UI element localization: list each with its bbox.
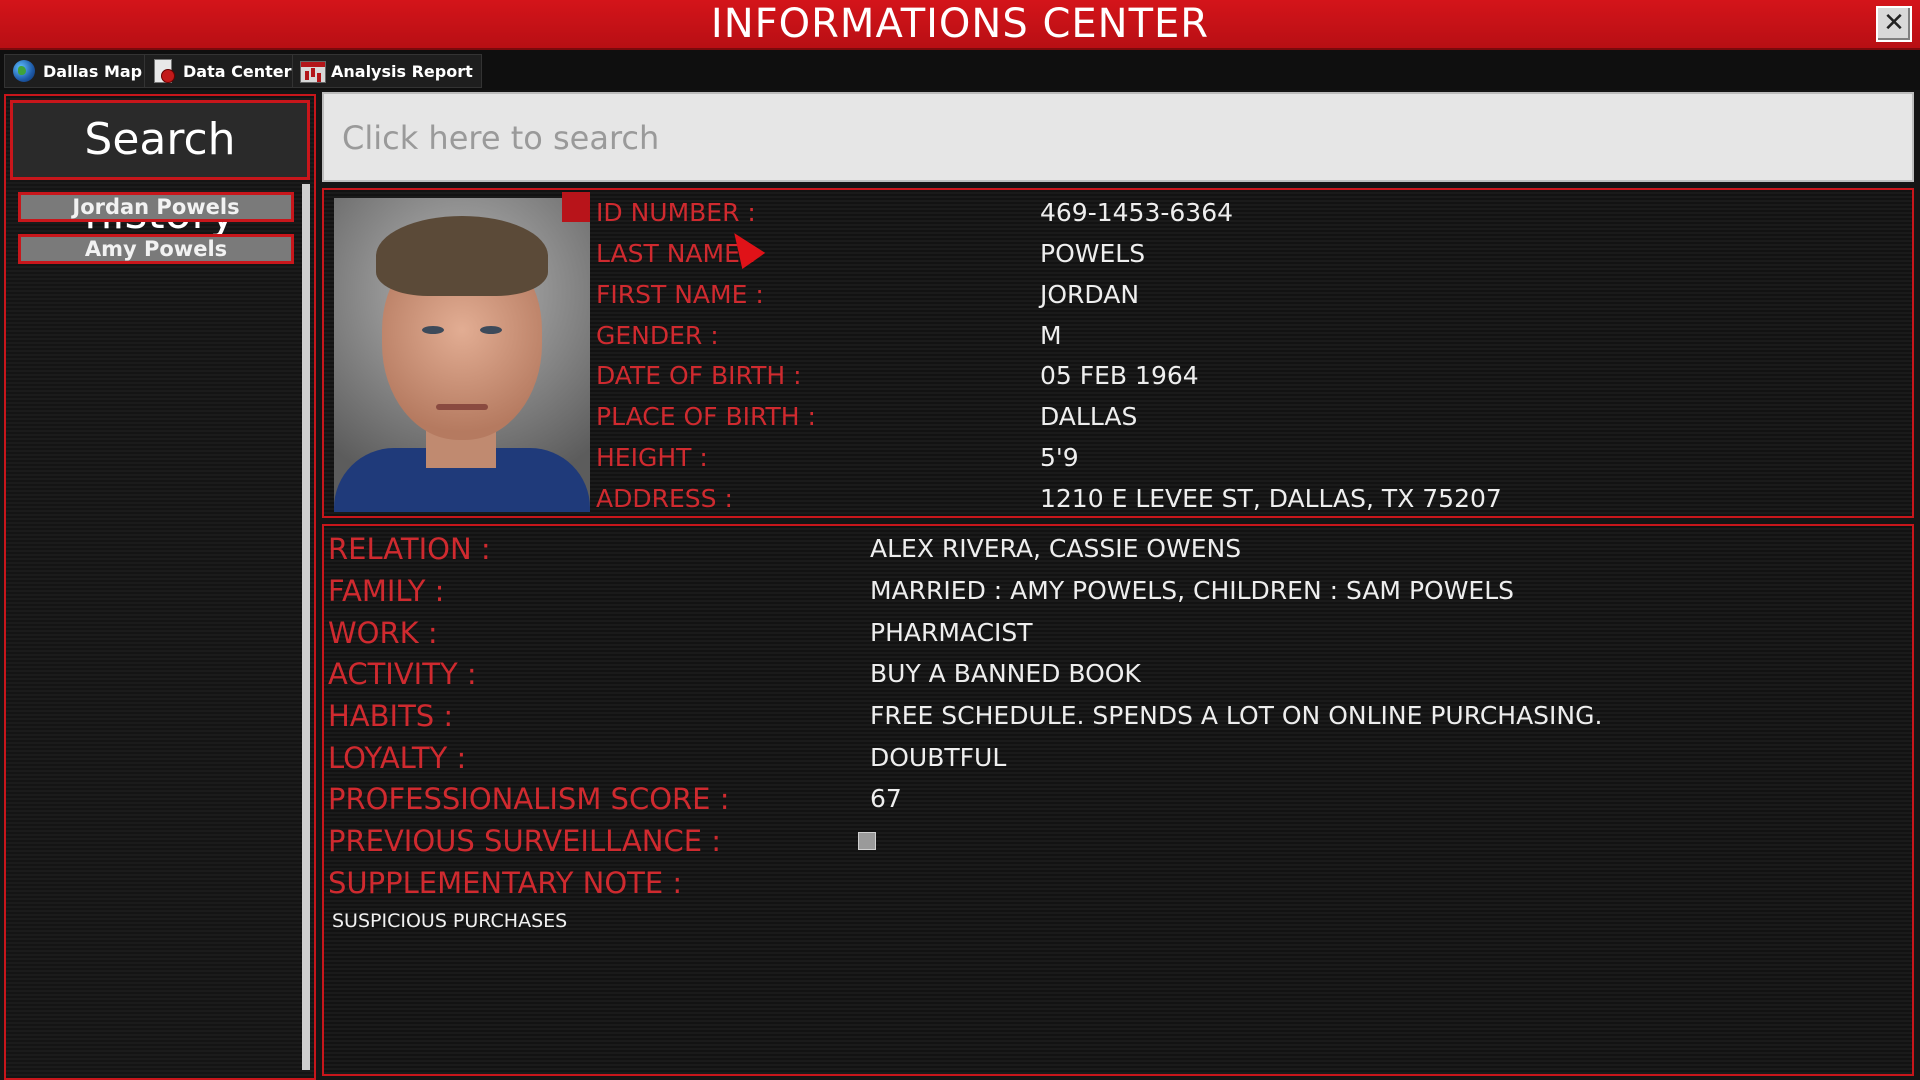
details-panel: RELATION : ALEX RIVERA, CASSIE OWENS FAM… xyxy=(322,524,1914,1076)
history-item-jordan-powels[interactable]: Jordan Powels xyxy=(18,192,294,222)
id-number-label: ID NUMBER : xyxy=(596,198,756,227)
id-number-value: 469-1453-6364 xyxy=(1040,198,1234,227)
height-value: 5'9 xyxy=(1040,443,1079,472)
loyalty-value: DOUBTFUL xyxy=(870,743,1007,772)
report-chart-icon xyxy=(299,59,326,83)
search-input[interactable] xyxy=(340,94,1904,182)
previous-surveillance-label: PREVIOUS SURVEILLANCE : xyxy=(328,824,722,858)
date-of-birth-value: 05 FEB 1964 xyxy=(1040,361,1199,390)
family-label: FAMILY : xyxy=(328,574,445,608)
date-of-birth-label: DATE OF BIRTH : xyxy=(596,361,802,390)
red-marker xyxy=(562,192,590,222)
supplementary-note-label: SUPPLEMENTARY NOTE : xyxy=(328,866,683,900)
profile-panel: ID NUMBER : 469-1453-6364 LAST NAME : PO… xyxy=(322,188,1914,518)
analysis-report-label: Analysis Report xyxy=(331,61,473,81)
work-label: WORK : xyxy=(328,616,438,650)
toolbar: Dallas Map Data Center Analysis Report xyxy=(0,50,1920,90)
close-button[interactable]: ✕ xyxy=(1876,6,1912,42)
address-value: 1210 E LEVEE ST, DALLAS, TX 75207 xyxy=(1040,484,1502,513)
relation-label: RELATION : xyxy=(328,532,491,566)
window-title: INFORMATIONS CENTER xyxy=(710,1,1210,47)
height-label: HEIGHT : xyxy=(596,443,708,472)
supplementary-note-text: SUSPICIOUS PURCHASES xyxy=(332,910,568,932)
professionalism-score-value: 67 xyxy=(870,784,902,813)
first-name-value: JORDAN xyxy=(1040,280,1140,309)
activity-value: BUY A BANNED BOOK xyxy=(870,659,1141,688)
search-history-title: Search history xyxy=(10,100,310,239)
person-photo xyxy=(334,198,590,512)
activity-label: ACTIVITY : xyxy=(328,657,477,691)
last-name-value: POWELS xyxy=(1040,239,1146,268)
globe-icon xyxy=(11,59,37,83)
document-icon xyxy=(151,59,177,83)
habits-label: HABITS : xyxy=(328,699,454,733)
dallas-map-label: Dallas Map xyxy=(43,61,143,81)
analysis-report-button[interactable]: Analysis Report xyxy=(292,54,482,88)
gender-value: M xyxy=(1040,321,1062,350)
dallas-map-button[interactable]: Dallas Map xyxy=(4,54,152,88)
professionalism-score-label: PROFESSIONALISM SCORE : xyxy=(328,782,730,816)
history-scrollbar[interactable] xyxy=(302,184,310,1070)
family-value: MARRIED : AMY POWELS, CHILDREN : SAM POW… xyxy=(870,576,1515,605)
search-box xyxy=(322,92,1914,182)
previous-surveillance-checkbox[interactable] xyxy=(858,832,876,850)
search-history-list: Jordan Powels Amy Powels xyxy=(18,192,294,276)
work-value: PHARMACIST xyxy=(870,618,1033,647)
habits-value: FREE SCHEDULE. SPENDS A LOT ON ONLINE PU… xyxy=(870,701,1603,730)
history-item-amy-powels[interactable]: Amy Powels xyxy=(18,234,294,264)
address-label: ADDRESS : xyxy=(596,484,733,513)
close-icon: ✕ xyxy=(1883,8,1905,38)
first-name-label: FIRST NAME : xyxy=(596,280,764,309)
relation-value: ALEX RIVERA, CASSIE OWENS xyxy=(870,534,1242,563)
loyalty-label: LOYALTY : xyxy=(328,741,467,775)
gender-label: GENDER : xyxy=(596,321,719,350)
data-center-button[interactable]: Data Center xyxy=(144,54,301,88)
data-center-label: Data Center xyxy=(183,61,292,81)
title-bar: INFORMATIONS CENTER ✕ xyxy=(0,0,1920,50)
informations-center-window: INFORMATIONS CENTER ✕ Dallas Map Data Ce… xyxy=(0,0,1920,1080)
place-of-birth-value: DALLAS xyxy=(1040,402,1138,431)
place-of-birth-label: PLACE OF BIRTH : xyxy=(596,402,816,431)
search-history-panel: Search history Jordan Powels Amy Powels xyxy=(4,94,316,1080)
